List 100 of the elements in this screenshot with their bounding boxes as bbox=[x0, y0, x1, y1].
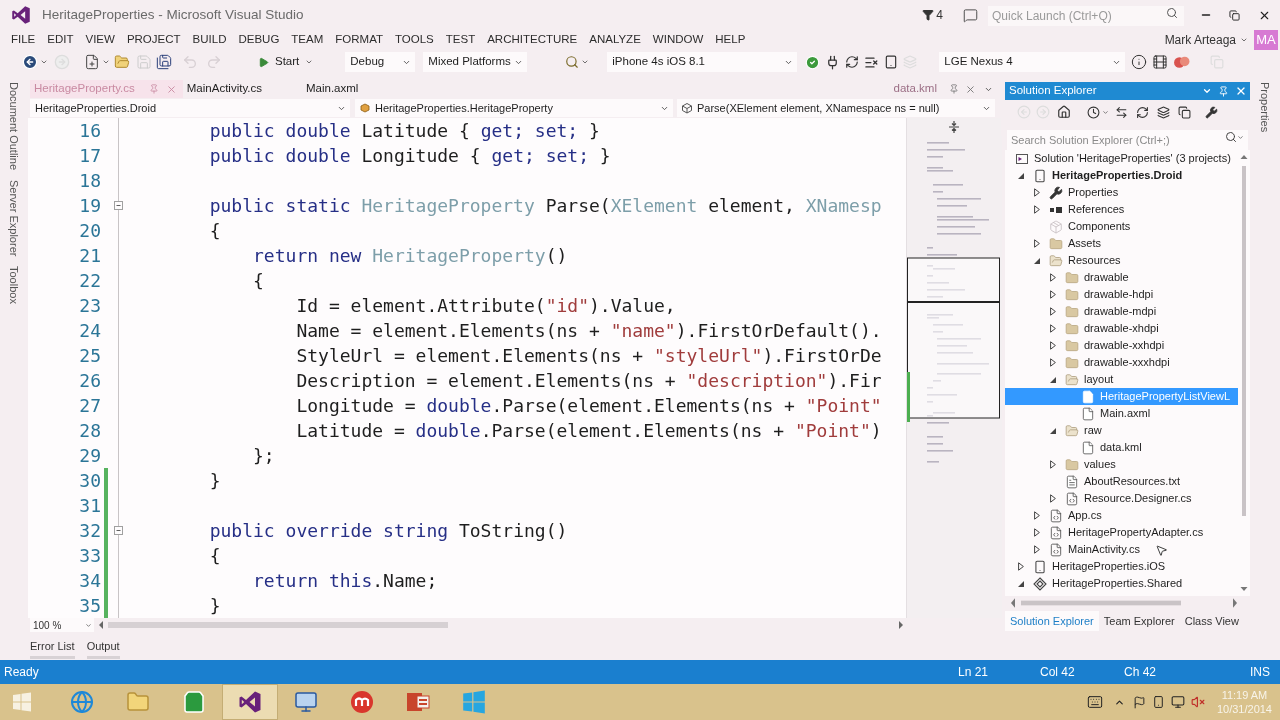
refresh-icon[interactable] bbox=[845, 55, 860, 69]
tree-item[interactable]: HeritageProperties.iOS bbox=[1005, 558, 1238, 575]
list-x-icon[interactable] bbox=[864, 54, 880, 70]
tree-item[interactable]: drawable-hdpi bbox=[1005, 286, 1238, 303]
notifications-button[interactable]: 4 bbox=[922, 6, 943, 24]
tree-item[interactable]: drawable-mdpi bbox=[1005, 303, 1238, 320]
tree-item[interactable]: raw bbox=[1005, 422, 1238, 439]
monitor-icon[interactable] bbox=[1170, 695, 1185, 709]
triangle-right-icon[interactable] bbox=[1034, 188, 1040, 197]
menu-item[interactable]: HELP bbox=[709, 31, 752, 49]
tree-item[interactable]: data.kml bbox=[1005, 439, 1238, 456]
split-icon[interactable] bbox=[949, 121, 959, 133]
new-file-icon[interactable] bbox=[84, 54, 100, 70]
pin-icon[interactable] bbox=[1218, 85, 1229, 97]
tree-item[interactable]: values bbox=[1005, 456, 1238, 473]
copy-icon[interactable] bbox=[1178, 105, 1191, 119]
preview-tab[interactable]: data.kml bbox=[893, 80, 976, 98]
android-device-dropdown[interactable]: LGE Nexus 4 bbox=[939, 52, 1126, 72]
triangle-right-icon[interactable] bbox=[1050, 358, 1056, 367]
triangle-right-icon[interactable] bbox=[1050, 307, 1056, 316]
tree-item[interactable]: Solution 'HeritageProperties' (3 projects) bbox=[1005, 150, 1238, 167]
panel-tab[interactable]: Team Explorer bbox=[1098, 611, 1180, 631]
tree-item[interactable]: drawable-xxhdpi bbox=[1005, 337, 1238, 354]
triangle-right-icon[interactable] bbox=[1050, 273, 1056, 282]
caret-icon[interactable] bbox=[1202, 86, 1212, 96]
info-icon[interactable] bbox=[1131, 54, 1148, 70]
platform-dropdown[interactable]: Mixed Platforms bbox=[423, 52, 528, 72]
menu-item[interactable]: FORMAT bbox=[329, 31, 389, 49]
film-icon[interactable] bbox=[1152, 54, 1169, 70]
menu-item[interactable]: TOOLS bbox=[389, 31, 440, 49]
tree-item[interactable]: HeritageProperties.Droid bbox=[1005, 167, 1238, 184]
menu-item[interactable]: TEAM bbox=[285, 31, 330, 49]
tool-window-tab[interactable]: Properties bbox=[1254, 82, 1276, 133]
tree-item[interactable]: Resource.Designer.cs bbox=[1005, 490, 1238, 507]
zoom-dropdown[interactable]: 100 % bbox=[30, 618, 94, 632]
tool-window-tab[interactable]: Document Outline bbox=[3, 82, 25, 171]
tree-item[interactable]: HeritageProperties.Shared bbox=[1005, 575, 1238, 592]
triangle-right-icon[interactable] bbox=[1034, 239, 1040, 248]
save-all-icon[interactable] bbox=[156, 54, 172, 70]
tree-item[interactable]: drawable-xxxhdpi bbox=[1005, 354, 1238, 371]
triangle-right-icon[interactable] bbox=[1034, 511, 1040, 520]
sync-icon[interactable] bbox=[1115, 105, 1128, 119]
menu-item[interactable]: PROJECT bbox=[120, 31, 187, 49]
panel-tab[interactable]: Solution Explorer bbox=[1005, 611, 1099, 631]
triangle-right-icon[interactable] bbox=[1050, 290, 1056, 299]
tree-item[interactable]: Components bbox=[1005, 218, 1238, 235]
triangle-down-icon[interactable] bbox=[1050, 376, 1056, 383]
triangle-down-icon[interactable] bbox=[1034, 257, 1040, 264]
taskbar-button[interactable] bbox=[222, 684, 278, 720]
menu-item[interactable]: ANALYZE bbox=[583, 31, 647, 49]
editor-tab[interactable]: Main.axml bbox=[302, 80, 399, 98]
menu-item[interactable]: VIEW bbox=[79, 31, 121, 49]
triangle-right-icon[interactable] bbox=[1018, 562, 1024, 571]
tree-item[interactable]: Assets bbox=[1005, 235, 1238, 252]
menu-item[interactable]: EDIT bbox=[41, 31, 80, 49]
triangle-down-icon[interactable] bbox=[1050, 427, 1056, 434]
triangle-down-icon[interactable] bbox=[1018, 580, 1024, 587]
quick-launch-field[interactable]: Quick Launch (Ctrl+Q) bbox=[988, 6, 1184, 26]
tree-item[interactable]: AboutResources.txt bbox=[1005, 473, 1238, 490]
triangle-right-icon[interactable] bbox=[1050, 494, 1056, 503]
find-icon[interactable] bbox=[565, 55, 580, 69]
device-icon[interactable] bbox=[884, 55, 899, 69]
tree-item[interactable]: MainActivity.cs bbox=[1005, 541, 1238, 558]
triangle-down-icon[interactable] bbox=[1018, 172, 1024, 179]
tree-item[interactable]: Resources bbox=[1005, 252, 1238, 269]
tree-item[interactable]: drawable bbox=[1005, 269, 1238, 286]
menu-item[interactable]: WINDOW bbox=[646, 31, 710, 49]
horizontal-scrollbar[interactable] bbox=[1009, 596, 1239, 610]
layers-icon[interactable] bbox=[1157, 105, 1170, 119]
menu-item[interactable]: DEBUG bbox=[232, 31, 286, 49]
search-field[interactable]: Search Solution Explorer (Ctrl+;) bbox=[1007, 130, 1248, 150]
clock-icon[interactable] bbox=[1087, 105, 1100, 119]
mute-icon[interactable] bbox=[1190, 695, 1205, 709]
menu-item[interactable]: FILE bbox=[5, 31, 42, 49]
tree-item[interactable]: HeritagePropertyAdapter.cs bbox=[1005, 524, 1238, 541]
triangle-right-icon[interactable] bbox=[1034, 205, 1040, 214]
menu-item[interactable]: TEST bbox=[439, 31, 482, 49]
tree-item[interactable]: Properties bbox=[1005, 184, 1238, 201]
tree-item[interactable]: drawable-xhdpi bbox=[1005, 320, 1238, 337]
phone-icon[interactable] bbox=[1151, 695, 1165, 709]
tree-item[interactable]: App.cs bbox=[1005, 507, 1238, 524]
flag-icon[interactable] bbox=[1132, 695, 1146, 709]
refresh-icon[interactable] bbox=[1136, 105, 1149, 119]
triangle-right-icon[interactable] bbox=[1050, 324, 1056, 333]
project-dropdown[interactable]: HeritageProperties.Droid bbox=[30, 99, 350, 117]
member-dropdown[interactable]: Parse(XElement element, XNamespace ns = null) bbox=[677, 99, 995, 117]
start-button[interactable]: Start bbox=[254, 52, 318, 72]
close-icon[interactable] bbox=[1235, 85, 1247, 97]
editor-tab[interactable]: MainActivity.cs bbox=[182, 80, 302, 98]
wrench-icon[interactable] bbox=[1205, 105, 1218, 119]
triangle-right-icon[interactable] bbox=[1050, 460, 1056, 469]
feedback-icon[interactable] bbox=[963, 7, 978, 23]
collapse-icon[interactable] bbox=[114, 526, 123, 535]
menu-item[interactable]: ARCHITECTURE bbox=[481, 31, 584, 49]
tree-item[interactable]: References bbox=[1005, 201, 1238, 218]
collapse-icon[interactable] bbox=[114, 201, 123, 210]
panel-tab[interactable]: Class View bbox=[1179, 611, 1244, 631]
tool-window-tab[interactable]: Toolbox bbox=[3, 266, 25, 305]
home-icon[interactable] bbox=[1057, 105, 1071, 119]
tree-item[interactable]: Main.axml bbox=[1005, 405, 1238, 422]
